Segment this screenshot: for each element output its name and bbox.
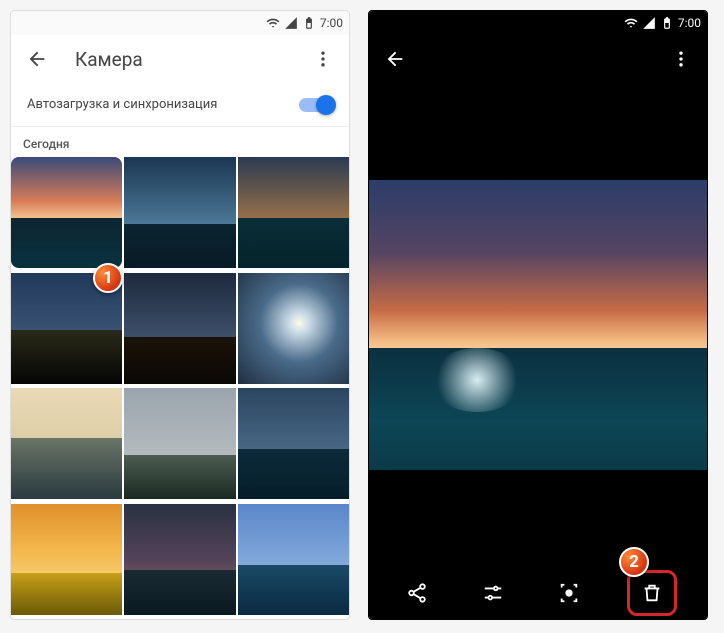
arrow-back-icon — [26, 48, 48, 70]
wifi-icon — [624, 16, 638, 30]
battery-icon — [302, 16, 316, 30]
photo-thumb[interactable] — [238, 388, 349, 499]
photo-thumb[interactable] — [124, 388, 235, 499]
page-title: Камера — [75, 48, 305, 71]
status-time: 7:00 — [320, 16, 343, 30]
status-bar: 7:00 — [369, 11, 707, 35]
edit-button[interactable] — [475, 575, 511, 611]
more-vert-icon — [671, 49, 691, 69]
wifi-icon — [266, 16, 280, 30]
overflow-menu-button[interactable] — [305, 41, 341, 77]
lens-button[interactable] — [551, 575, 587, 611]
photo-full — [369, 180, 707, 470]
photo-thumb[interactable] — [11, 388, 122, 499]
status-time: 7:00 — [678, 16, 701, 30]
signal-icon — [284, 16, 298, 30]
phone-photo-viewer: 7:00 — [368, 10, 708, 620]
share-button[interactable] — [399, 575, 435, 611]
signal-icon — [642, 16, 656, 30]
photo-thumb[interactable] — [124, 157, 235, 268]
trash-icon — [641, 582, 663, 604]
share-icon — [406, 582, 428, 604]
section-label: Сегодня — [11, 127, 349, 157]
overflow-menu-button[interactable] — [663, 41, 699, 77]
app-bar — [369, 35, 707, 83]
photo-thumb[interactable] — [124, 504, 235, 615]
photo-thumb[interactable] — [124, 273, 235, 384]
photo-thumb[interactable] — [11, 504, 122, 615]
back-button[interactable] — [377, 41, 413, 77]
sync-label: Автозагрузка и синхронизация — [27, 97, 299, 112]
step-badge-2: 2 — [619, 547, 649, 577]
photo-thumb[interactable] — [238, 273, 349, 384]
status-bar: 7:00 — [11, 11, 349, 35]
photo-grid — [11, 157, 349, 619]
back-button[interactable] — [19, 41, 55, 77]
battery-icon — [660, 16, 674, 30]
sync-switch[interactable] — [299, 98, 333, 112]
delete-button[interactable] — [634, 575, 670, 611]
photo-thumb[interactable] — [11, 157, 122, 268]
app-bar: Камера — [11, 35, 349, 83]
arrow-back-icon — [384, 48, 406, 70]
photo-thumb[interactable] — [238, 157, 349, 268]
tune-icon — [482, 582, 504, 604]
more-vert-icon — [313, 49, 333, 69]
lens-icon — [558, 582, 580, 604]
step-badge-1: 1 — [93, 263, 123, 293]
sync-row[interactable]: Автозагрузка и синхронизация — [11, 83, 349, 127]
viewer-bottom-bar — [369, 567, 707, 619]
phone-gallery-list: 7:00 Камера Автозагрузка и синхронизация… — [10, 10, 350, 620]
photo-thumb[interactable] — [238, 504, 349, 615]
photo-viewer[interactable] — [369, 83, 707, 619]
